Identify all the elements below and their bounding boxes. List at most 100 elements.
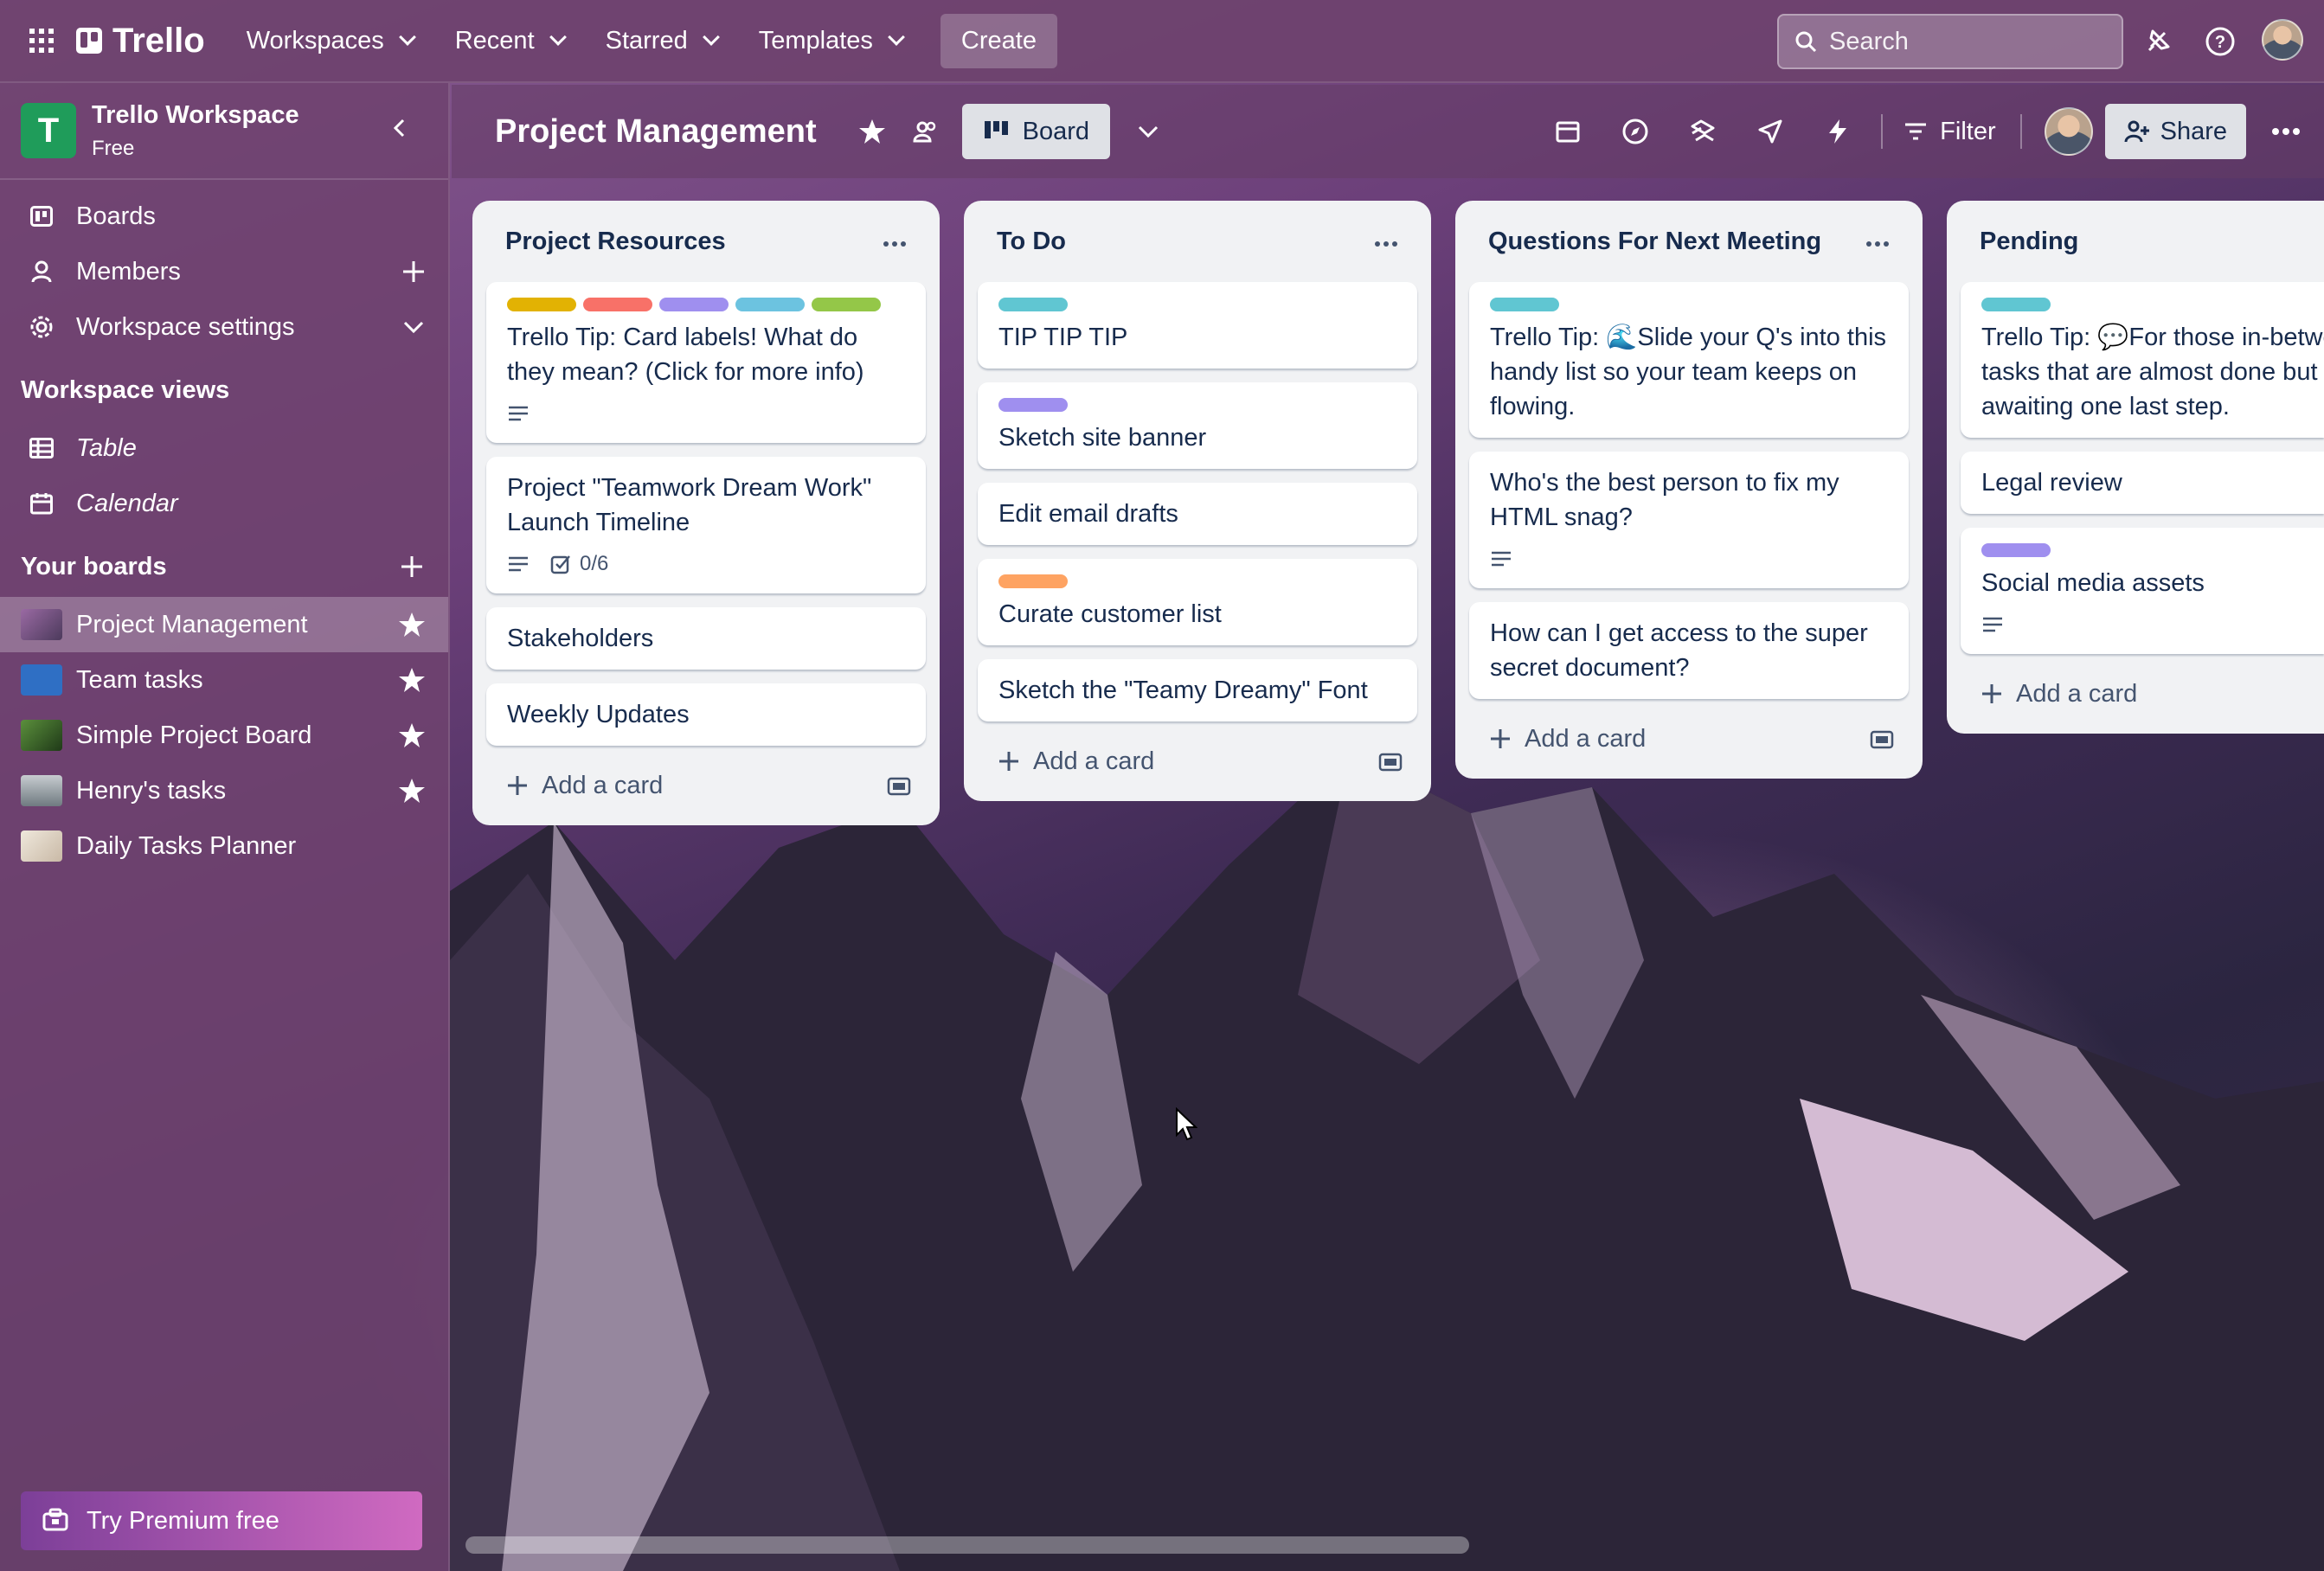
sidebar-item-boards[interactable]: Boards [0,189,448,244]
card-label[interactable] [507,298,576,311]
add-board-icon[interactable] [398,553,426,580]
add-card-button[interactable]: Add a card [978,735,1417,787]
card-label[interactable] [735,298,805,311]
card-template-icon[interactable] [1869,727,1895,753]
gear-icon [28,313,55,341]
card-label[interactable] [583,298,652,311]
star-icon[interactable] [398,721,426,749]
card[interactable]: Sketch the "Teamy Dreamy" Font [978,659,1417,721]
chevron-down-icon[interactable] [400,313,427,341]
add-card-button[interactable]: Add a card [1961,668,2324,720]
horizontal-scrollbar[interactable] [465,1536,1469,1554]
card-label[interactable] [1981,298,2051,311]
card[interactable]: Trello Tip: 💬For those in-between tasks … [1961,282,2324,438]
share-button[interactable]: Share [2104,104,2246,159]
card[interactable]: Edit email drafts [978,483,1417,545]
user-avatar[interactable] [2262,19,2303,61]
list-menu-icon[interactable] [1369,227,1403,261]
power-ups-icon[interactable] [1682,111,1724,152]
help-icon[interactable]: ? [2203,24,2237,59]
card-label[interactable] [1490,298,1559,311]
sidebar-item-table[interactable]: Table [0,420,448,476]
sidebar-item-workspace-settings[interactable]: Workspace settings [0,299,448,355]
add-card-button[interactable]: Add a card [1469,713,1909,765]
star-icon[interactable] [398,666,426,694]
card[interactable]: Sketch site banner [978,382,1417,469]
workspace-name[interactable]: Trello Workspace [92,101,299,130]
workspace-visibility-icon[interactable] [905,111,947,152]
table-icon [28,434,55,462]
sidebar-board-daily-tasks-planner[interactable]: Daily Tasks Planner [0,818,448,874]
card[interactable]: Trello Tip: 🌊Slide your Q's into this ha… [1469,282,1909,438]
try-premium-button[interactable]: Try Premium free [21,1491,422,1550]
calendar-power-up-icon[interactable] [1547,111,1589,152]
card-label[interactable] [659,298,729,311]
card[interactable]: TIP TIP TIP [978,282,1417,369]
list-menu-icon[interactable] [1860,227,1895,261]
create-button[interactable]: Create [940,13,1057,68]
board-icon [984,121,1008,138]
nav-templates[interactable]: Templates [759,27,905,55]
card[interactable]: Trello Tip: Card labels! What do they me… [486,282,926,443]
add-member-icon[interactable] [400,258,427,285]
rocket-icon[interactable] [1749,111,1791,152]
list-to-do: To Do TIP TIP TIP Sketch site banner Edi… [964,201,1431,801]
card[interactable]: Curate customer list [978,559,1417,645]
card[interactable]: Weekly Updates [486,683,926,746]
list-title[interactable]: To Do [978,201,1417,282]
trello-logo[interactable]: Trello [76,22,205,61]
compass-icon[interactable] [1615,111,1656,152]
nav-starred[interactable]: Starred [606,27,720,55]
card-title: Trello Tip: Card labels! What do they me… [507,324,864,386]
sidebar-board-simple-project-board[interactable]: Simple Project Board [0,708,448,763]
card-template-icon[interactable] [1377,749,1403,775]
description-icon [507,405,530,422]
notifications-icon[interactable] [2141,24,2175,59]
sidebar-board-henrys-tasks[interactable]: Henry's tasks [0,763,448,818]
list-title[interactable]: Project Resources [486,201,926,282]
card[interactable]: Project "Teamwork Dream Work" Launch Tim… [486,457,926,593]
nav-workspaces[interactable]: Workspaces [247,27,416,55]
your-boards-title: Your boards [0,536,448,597]
board-title[interactable]: Project Management [495,113,817,151]
checklist-icon [550,555,570,574]
search-input[interactable]: Search [1777,14,2123,69]
card-label[interactable] [998,574,1068,588]
card[interactable]: How can I get access to the super secret… [1469,602,1909,699]
add-card-button[interactable]: Add a card [486,760,926,811]
card[interactable]: Who's the best person to fix my HTML sna… [1469,452,1909,588]
card[interactable]: Legal review [1961,452,2324,514]
list-title[interactable]: Questions For Next Meeting [1469,201,1909,282]
star-icon[interactable] [398,777,426,805]
star-board-icon[interactable] [851,111,893,152]
plus-icon [1491,729,1510,748]
board-view-button[interactable]: Board [961,104,1111,159]
board-member-avatar[interactable] [2044,107,2093,156]
card-labels [507,298,905,311]
workspace-logo[interactable]: T [21,103,76,158]
card-template-icon[interactable] [886,773,912,799]
list-title[interactable]: Pending [1961,201,2324,282]
sidebar-board-project-management[interactable]: Project Management [0,597,448,652]
list-questions-for-next-meeting: Questions For Next Meeting Trello Tip: 🌊… [1455,201,1923,779]
card-label[interactable] [998,398,1068,412]
automation-icon[interactable] [1817,111,1859,152]
collapse-sidebar-icon[interactable] [389,118,410,138]
add-person-icon [2124,120,2149,143]
card-label[interactable] [1981,543,2051,557]
card[interactable]: Stakeholders [486,607,926,670]
sidebar: T Trello Workspace Free Boards Members W… [0,83,450,1571]
list-menu-icon[interactable] [877,227,912,261]
app-switcher-icon[interactable] [17,16,66,65]
more-options-icon[interactable] [2265,111,2307,152]
nav-recent[interactable]: Recent [455,27,567,55]
sidebar-item-members[interactable]: Members [0,244,448,299]
view-switcher-chevron-icon[interactable] [1127,111,1169,152]
card-label[interactable] [998,298,1068,311]
card-label[interactable] [812,298,881,311]
card[interactable]: Social media assets [1961,528,2324,654]
sidebar-board-team-tasks[interactable]: Team tasks [0,652,448,708]
sidebar-item-calendar[interactable]: Calendar [0,476,448,531]
filter-button[interactable]: Filter [1903,118,1996,146]
star-icon[interactable] [398,611,426,638]
